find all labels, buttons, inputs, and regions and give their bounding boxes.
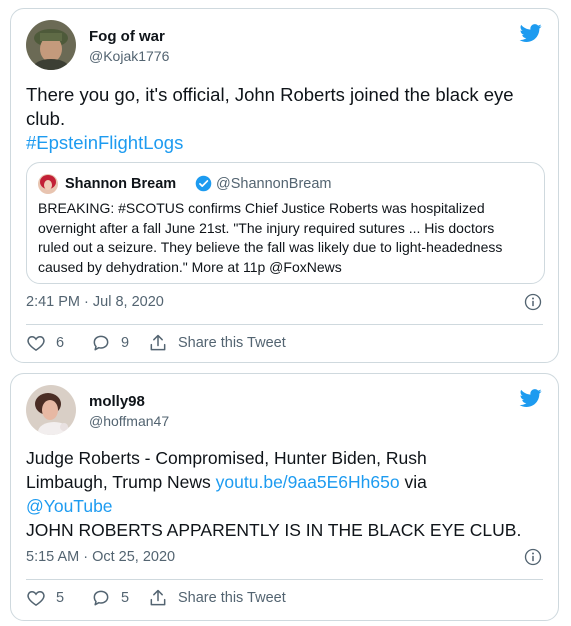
share-icon	[150, 589, 166, 606]
hashtag-link[interactable]: #EpsteinFlightLogs	[26, 131, 540, 155]
reply-bubble-icon	[93, 335, 109, 351]
like-button[interactable]: 6	[26, 333, 64, 353]
share-button[interactable]: Share this Tweet	[148, 333, 286, 353]
tweet-text-line: JOHN ROBERTS APPARENTLY IS IN THE BLACK …	[26, 520, 522, 540]
quoted-text: BREAKING: #SCOTUS confirms Chief Justice…	[38, 199, 534, 277]
author-handle[interactable]: @Kojak1776	[89, 48, 169, 64]
share-label: Share this Tweet	[178, 335, 286, 351]
text-segment: via	[399, 472, 427, 492]
youtube-url-link[interactable]: youtu.be/9aa5E6Hh65o	[216, 472, 400, 492]
quoted-author-name: Shannon Bream	[65, 176, 177, 192]
divider	[26, 579, 543, 580]
tweet-timestamp[interactable]: 2:41 PM · Jul 8, 2020	[26, 294, 164, 310]
quoted-tweet[interactable]: Shannon Bream @ShannonBream BREAKING: #S…	[26, 162, 545, 284]
avatar[interactable]	[26, 385, 76, 435]
reply-count: 9	[121, 335, 130, 351]
tweet-text-line: Judge Roberts - Compromised, Hunter Bide…	[26, 448, 427, 468]
heart-icon	[27, 590, 45, 606]
tweet-text-line: There you go, it's official, John Robert…	[26, 84, 514, 105]
twitter-bird-icon[interactable]	[518, 22, 544, 44]
reply-count: 5	[121, 590, 130, 606]
tweet-text: There you go, it's official, John Robert…	[26, 83, 540, 155]
share-button[interactable]: Share this Tweet	[148, 588, 286, 608]
tweet-timestamp[interactable]: 5:15 AM · Oct 25, 2020	[26, 549, 175, 565]
quoted-text-line: BREAKING: #SCOTUS confirms Chief Justice…	[38, 200, 485, 216]
mention-link[interactable]: @YouTube	[26, 494, 540, 518]
tweet-card[interactable]: Fog of war @Kojak1776 There you go, it's…	[10, 8, 559, 363]
info-icon[interactable]	[524, 548, 542, 566]
tweet-text: Judge Roberts - Compromised, Hunter Bide…	[26, 446, 540, 542]
verified-badge-icon	[195, 175, 212, 192]
like-count: 6	[56, 335, 65, 351]
author-handle[interactable]: @hoffman47	[89, 413, 169, 429]
like-count: 5	[56, 590, 65, 606]
divider	[26, 324, 543, 325]
reply-bubble-icon	[93, 590, 109, 606]
tweet-text-line: club.	[26, 108, 66, 129]
quoted-avatar	[38, 174, 58, 194]
reply-button[interactable]: 5	[91, 588, 129, 608]
share-icon	[150, 334, 166, 351]
quoted-text-line: ruled out a seizure. They believe the fa…	[38, 239, 503, 255]
quoted-author-handle: @ShannonBream	[216, 176, 332, 192]
tweet-card[interactable]: molly98 @hoffman47 Judge Roberts - Compr…	[10, 373, 559, 621]
info-icon[interactable]	[524, 293, 542, 311]
avatar[interactable]	[26, 20, 76, 70]
twitter-bird-icon[interactable]	[518, 387, 544, 409]
text-segment: Limbaugh, Trump News	[26, 472, 216, 492]
share-label: Share this Tweet	[178, 590, 286, 606]
tweet-text-line: Limbaugh, Trump News youtu.be/9aa5E6Hh65…	[26, 470, 540, 494]
reply-button[interactable]: 9	[91, 333, 129, 353]
quoted-text-line: caused by dehydration." More at 11p @Fox…	[38, 258, 342, 275]
heart-icon	[27, 335, 45, 351]
author-name[interactable]: Fog of war	[89, 28, 165, 45]
author-name[interactable]: molly98	[89, 393, 145, 410]
like-button[interactable]: 5	[26, 588, 64, 608]
quoted-text-line: overnight after a fall June 21st. "The i…	[38, 219, 495, 236]
